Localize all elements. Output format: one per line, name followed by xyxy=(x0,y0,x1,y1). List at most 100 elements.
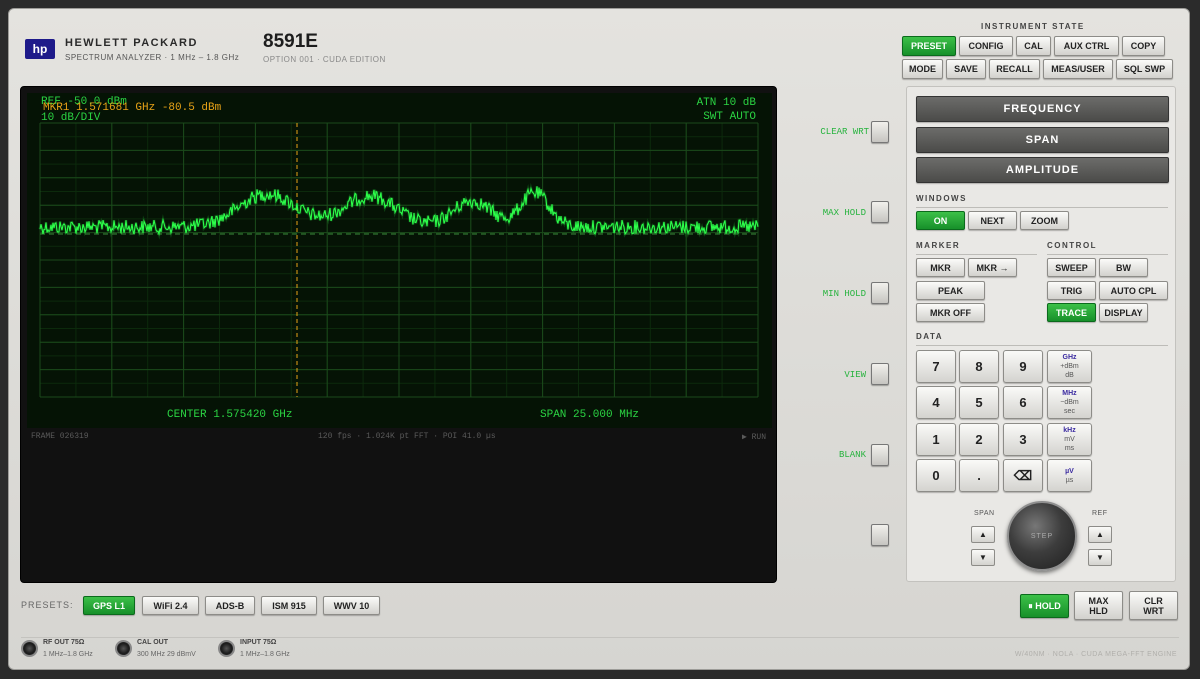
windows-on-button[interactable]: ON xyxy=(916,211,965,230)
engine-footer: W/40NM · NOLA · CUDA MEGA-FFT ENGINE xyxy=(1014,651,1177,658)
atten-readout: ATN 10 dB xyxy=(696,97,756,109)
rf-out-jack[interactable] xyxy=(21,640,38,657)
mkr-off-button[interactable]: MKR OFF xyxy=(916,303,985,322)
mkr-to-button[interactable]: MKR → xyxy=(968,258,1017,277)
meas-user-button[interactable]: MEAS/USER xyxy=(1043,59,1113,79)
span-down-button[interactable]: ▼ xyxy=(971,549,995,566)
bottom-divider xyxy=(21,637,1179,638)
preset-ism-915[interactable]: ISM 915 xyxy=(261,596,317,615)
unit-key-mhz-mid: −dBm xyxy=(1060,399,1079,406)
hold-button[interactable]: ⏸ HOLD xyxy=(1020,594,1069,618)
softkey-max-hold[interactable] xyxy=(871,201,889,223)
key-2[interactable]: 2 xyxy=(959,423,999,456)
key-4[interactable]: 4 xyxy=(916,386,956,419)
softkey-label-min-hold: MIN HOLD xyxy=(822,289,866,299)
trace-button[interactable]: TRACE xyxy=(1047,303,1096,322)
preset-button[interactable]: PRESET xyxy=(902,36,956,56)
recall-button[interactable]: RECALL xyxy=(989,59,1040,79)
windows-zoom-button[interactable]: ZOOM xyxy=(1020,211,1069,230)
control-divider xyxy=(1047,254,1168,255)
unit-key-ghz-top: GHz xyxy=(1062,354,1077,361)
unit-key-khz-mid: mV xyxy=(1064,436,1075,443)
analyzer-chassis: hp HEWLETT PACKARD SPECTRUM ANALYZER · 1… xyxy=(8,8,1190,670)
ref-up-button[interactable]: ▲ xyxy=(1088,526,1112,543)
cal-button[interactable]: CAL xyxy=(1016,36,1051,56)
ref-down-button[interactable]: ▼ xyxy=(1088,549,1112,566)
softkey-blank[interactable] xyxy=(871,444,889,466)
amplitude-key[interactable]: AMPLITUDE xyxy=(916,157,1169,183)
softkey-label-blank: BLANK xyxy=(838,450,866,460)
data-title: DATA xyxy=(916,332,944,341)
frame-counter: FRAME 026319 xyxy=(31,432,89,441)
frequency-key[interactable]: FREQUENCY xyxy=(916,96,1169,122)
peak-button[interactable]: PEAK xyxy=(916,281,985,300)
sweep-time-readout: SWT AUTO xyxy=(703,111,756,123)
span-up-button[interactable]: ▲ xyxy=(971,526,995,543)
auto-cpl-button[interactable]: AUTO CPL xyxy=(1099,281,1168,300)
trig-button[interactable]: TRIG xyxy=(1047,281,1096,300)
unit-key-ghz[interactable]: GHz +dBm dB xyxy=(1047,350,1092,383)
save-button[interactable]: SAVE xyxy=(946,59,986,79)
softkey-label-view: VIEW xyxy=(844,370,866,380)
key-5[interactable]: 5 xyxy=(959,386,999,419)
span-arrows-label: SPAN xyxy=(974,510,995,517)
mode-button[interactable]: MODE xyxy=(902,59,943,79)
key-6[interactable]: 6 xyxy=(1003,386,1043,419)
data-divider xyxy=(916,345,1168,346)
control-title: CONTROL xyxy=(1047,241,1098,250)
key-3[interactable]: 3 xyxy=(1003,423,1043,456)
softkey-label-max-hold: MAX HOLD xyxy=(822,208,866,218)
key-0[interactable]: 0 xyxy=(916,459,956,492)
key-1[interactable]: 1 xyxy=(916,423,956,456)
preset-wifi[interactable]: WiFi 2.4 xyxy=(142,596,199,615)
key-7[interactable]: 7 xyxy=(916,350,956,383)
screen-bezel: REF -50.0 dBm MKR1 1.571681 GHz -80.5 dB… xyxy=(20,86,777,583)
mkr-button[interactable]: MKR xyxy=(916,258,965,277)
sweep-button[interactable]: SWEEP xyxy=(1047,258,1096,277)
span-key[interactable]: SPAN xyxy=(916,127,1169,153)
config-button[interactable]: CONFIG xyxy=(959,36,1013,56)
display-button[interactable]: DISPLAY xyxy=(1099,303,1148,322)
unit-key-ghz-bot: dB xyxy=(1065,372,1074,379)
backspace-key[interactable]: ⌫ xyxy=(1003,459,1043,492)
marker-divider xyxy=(916,254,1037,255)
unit-key-mhz-bot: sec xyxy=(1064,408,1075,415)
softkey-6[interactable] xyxy=(871,524,889,546)
sql-swp-button[interactable]: SQL SWP xyxy=(1116,59,1173,79)
crt-display[interactable]: REF -50.0 dBm MKR1 1.571681 GHz -80.5 dB… xyxy=(27,93,772,428)
hp-logo: hp xyxy=(25,39,55,59)
step-knob[interactable]: STEP xyxy=(1007,501,1077,571)
preset-gps-l1[interactable]: GPS L1 xyxy=(83,596,135,615)
unit-key-uv[interactable]: µV µs xyxy=(1047,459,1092,492)
fft-stats: 120 fps · 1.024K pt FFT · POI 41.0 µs xyxy=(318,432,496,441)
windows-title: WINDOWS xyxy=(916,194,967,203)
unit-key-mhz[interactable]: MHz −dBm sec xyxy=(1047,386,1092,419)
input-jack[interactable] xyxy=(218,640,235,657)
clear-write-button[interactable]: CLR WRT xyxy=(1129,591,1178,620)
cal-out-jack[interactable] xyxy=(115,640,132,657)
softkey-view[interactable] xyxy=(871,363,889,385)
preset-wwv-10[interactable]: WWV 10 xyxy=(323,596,380,615)
brand-name: HEWLETT PACKARD xyxy=(65,37,198,49)
max-hold-button[interactable]: MAX HLD xyxy=(1074,591,1123,620)
softkey-clear-write[interactable] xyxy=(871,121,889,143)
ref-arrows-label: REF xyxy=(1092,510,1108,517)
scale-readout: 10 dB/DIV xyxy=(41,112,101,124)
key-9[interactable]: 9 xyxy=(1003,350,1043,383)
softkey-min-hold[interactable] xyxy=(871,282,889,304)
key-8[interactable]: 8 xyxy=(959,350,999,383)
aux-ctrl-button[interactable]: AUX CTRL xyxy=(1054,36,1119,56)
model-number: 8591E xyxy=(263,31,318,52)
bw-button[interactable]: BW xyxy=(1099,258,1148,277)
unit-key-khz-bot: ms xyxy=(1064,445,1075,452)
brand-subtitle: SPECTRUM ANALYZER · 1 MHz – 1.8 GHz xyxy=(65,53,240,62)
preset-ads-b[interactable]: ADS-B xyxy=(205,596,255,615)
unit-key-khz[interactable]: kHz mV ms xyxy=(1047,423,1092,456)
input-range: 1 MHz–1.8 GHz xyxy=(240,651,290,658)
copy-button[interactable]: COPY xyxy=(1122,36,1165,56)
unit-key-khz-top: kHz xyxy=(1063,427,1076,434)
key-decimal[interactable]: . xyxy=(959,459,999,492)
rf-out-label: RF OUT 75Ω xyxy=(43,639,85,646)
windows-next-button[interactable]: NEXT xyxy=(968,211,1017,230)
center-freq-readout: CENTER 1.575420 GHz xyxy=(167,409,293,421)
